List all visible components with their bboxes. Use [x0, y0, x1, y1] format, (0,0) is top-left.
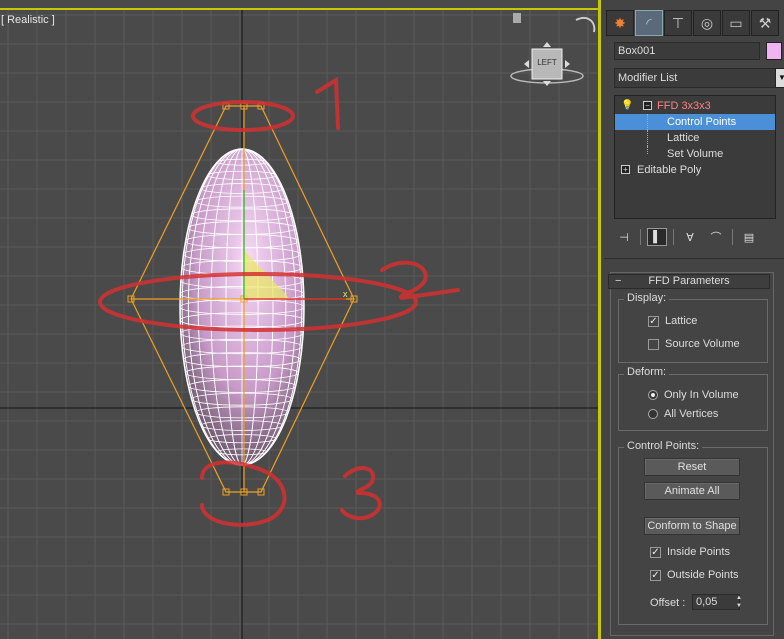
all-vertices-radio-dot — [648, 409, 658, 419]
source-volume-checkbox[interactable]: Source Volume — [648, 338, 740, 350]
lattice-checkbox[interactable]: ✓ Lattice — [648, 315, 697, 327]
deform-group-title: Deform: — [624, 366, 670, 378]
stack-item-control-points[interactable]: Control Points — [615, 114, 775, 130]
stack-item-ffd[interactable]: 💡 − FFD 3x3x3 — [615, 98, 775, 114]
conform-to-shape-button[interactable]: Conform to Shape — [644, 517, 740, 535]
display-icon: ▭ — [729, 14, 743, 31]
display-tab[interactable]: ▭ — [722, 10, 750, 36]
offset-field[interactable]: 0,05 — [692, 594, 740, 610]
create-icon: ✸ — [614, 14, 626, 31]
inside-points-label: Inside Points — [667, 546, 730, 558]
all-vertices-label: All Vertices — [664, 408, 719, 420]
viewcube-label: LEFT — [537, 58, 557, 67]
inside-points-checkbox[interactable]: ✓ Inside Points — [650, 546, 730, 558]
expand-icon[interactable]: + — [621, 165, 630, 174]
pin-stack-icon[interactable]: ⊣ — [614, 228, 634, 246]
reset-button[interactable]: Reset — [644, 458, 740, 476]
annotation-3: 3 — [1, 1, 2, 2]
viewport-canvas: x — [0, 10, 598, 639]
source-volume-check-box — [648, 338, 659, 350]
configure-modifier-sets-icon[interactable]: ▤ — [739, 228, 759, 246]
inside-points-check-box: ✓ — [650, 546, 661, 558]
viewport-left[interactable]: x [ Realistic ] LEFT 1 2 3 — [0, 0, 601, 639]
animate-all-button[interactable]: Animate All — [644, 482, 740, 500]
lattice-checkbox-label: Lattice — [665, 315, 698, 327]
modifier-list-dropdown[interactable]: Modifier List ▼ — [614, 68, 784, 88]
make-unique-icon[interactable]: ∀ — [680, 228, 700, 246]
only-in-volume-label: Only In Volume — [664, 389, 739, 401]
wireframe-mesh — [179, 148, 305, 466]
deform-group — [618, 374, 768, 431]
motion-icon: ◎ — [700, 14, 714, 31]
rollout-collapse-icon[interactable]: − — [615, 275, 621, 288]
ffd-parameters-header[interactable]: − FFD Parameters — [608, 274, 770, 289]
command-panel: ✸ ◜ ⊤ ◎ ▭ ⚒ Modifier List ▼ 💡 − FFD 3x3x… — [604, 0, 784, 639]
svg-text:x: x — [343, 289, 348, 299]
chevron-down-icon[interactable]: ▼ — [775, 68, 784, 88]
utilities-tab[interactable]: ⚒ — [751, 10, 779, 36]
modifier-stack: 💡 − FFD 3x3x3 Control Points Lattice Set… — [614, 95, 776, 219]
panel-divider — [604, 258, 784, 259]
only-in-volume-radio[interactable]: Only In Volume — [648, 389, 739, 401]
active-viewport-border — [0, 8, 598, 10]
stack-item-editable-poly[interactable]: + Editable Poly — [615, 162, 775, 178]
display-group — [618, 299, 768, 363]
modifier-list-label: Modifier List — [618, 72, 678, 84]
show-end-result-icon[interactable]: ▌ — [647, 228, 667, 246]
modify-tab[interactable]: ◜ — [635, 10, 663, 36]
stack-label-lattice: Lattice — [667, 132, 700, 144]
hierarchy-tab[interactable]: ⊤ — [664, 10, 692, 36]
home-icon — [513, 13, 521, 23]
stack-toolbar: ⊣ ▌ ∀ ⌒ ▤ — [614, 228, 776, 246]
modify-icon: ◜ — [646, 14, 652, 31]
display-group-title: Display: — [624, 292, 670, 304]
hierarchy-icon: ⊤ — [671, 14, 685, 31]
offset-spinner-arrows[interactable]: ▲ ▼ — [734, 594, 744, 610]
outside-points-checkbox[interactable]: ✓ Outside Points — [650, 569, 739, 581]
utilities-icon: ⚒ — [758, 14, 772, 31]
stack-item-lattice[interactable]: Lattice — [615, 130, 775, 146]
all-vertices-radio[interactable]: All Vertices — [648, 408, 718, 420]
control-points-group-title: Control Points: — [624, 440, 703, 452]
stack-label-editable-poly: Editable Poly — [637, 164, 702, 176]
create-tab[interactable]: ✸ — [606, 10, 634, 36]
collapse-icon[interactable]: − — [643, 101, 652, 110]
outside-points-label: Outside Points — [667, 569, 739, 581]
remove-modifier-icon[interactable]: ⌒ — [706, 228, 726, 246]
viewport-shading-label[interactable]: [ Realistic ] — [1, 14, 55, 26]
motion-tab[interactable]: ◎ — [693, 10, 721, 36]
command-panel-tabs: ✸ ◜ ⊤ ◎ ▭ ⚒ — [606, 10, 779, 36]
source-volume-checkbox-label: Source Volume — [665, 338, 740, 350]
stack-item-set-volume[interactable]: Set Volume — [615, 146, 775, 162]
outside-points-check-box: ✓ — [650, 569, 661, 581]
object-name-field[interactable] — [614, 42, 760, 60]
rotate-view-icon — [575, 16, 596, 33]
offset-label: Offset : — [650, 597, 686, 609]
stack-label-set-volume: Set Volume — [667, 148, 724, 160]
stack-label-control-points: Control Points — [667, 116, 737, 128]
only-in-volume-radio-dot — [648, 390, 658, 400]
rollout-title: FFD Parameters — [648, 275, 730, 287]
stack-label-ffd: FFD 3x3x3 — [657, 100, 711, 112]
lightbulb-icon[interactable]: 💡 — [621, 100, 633, 111]
lattice-check-box: ✓ — [648, 315, 659, 327]
object-color-swatch[interactable] — [766, 42, 782, 60]
